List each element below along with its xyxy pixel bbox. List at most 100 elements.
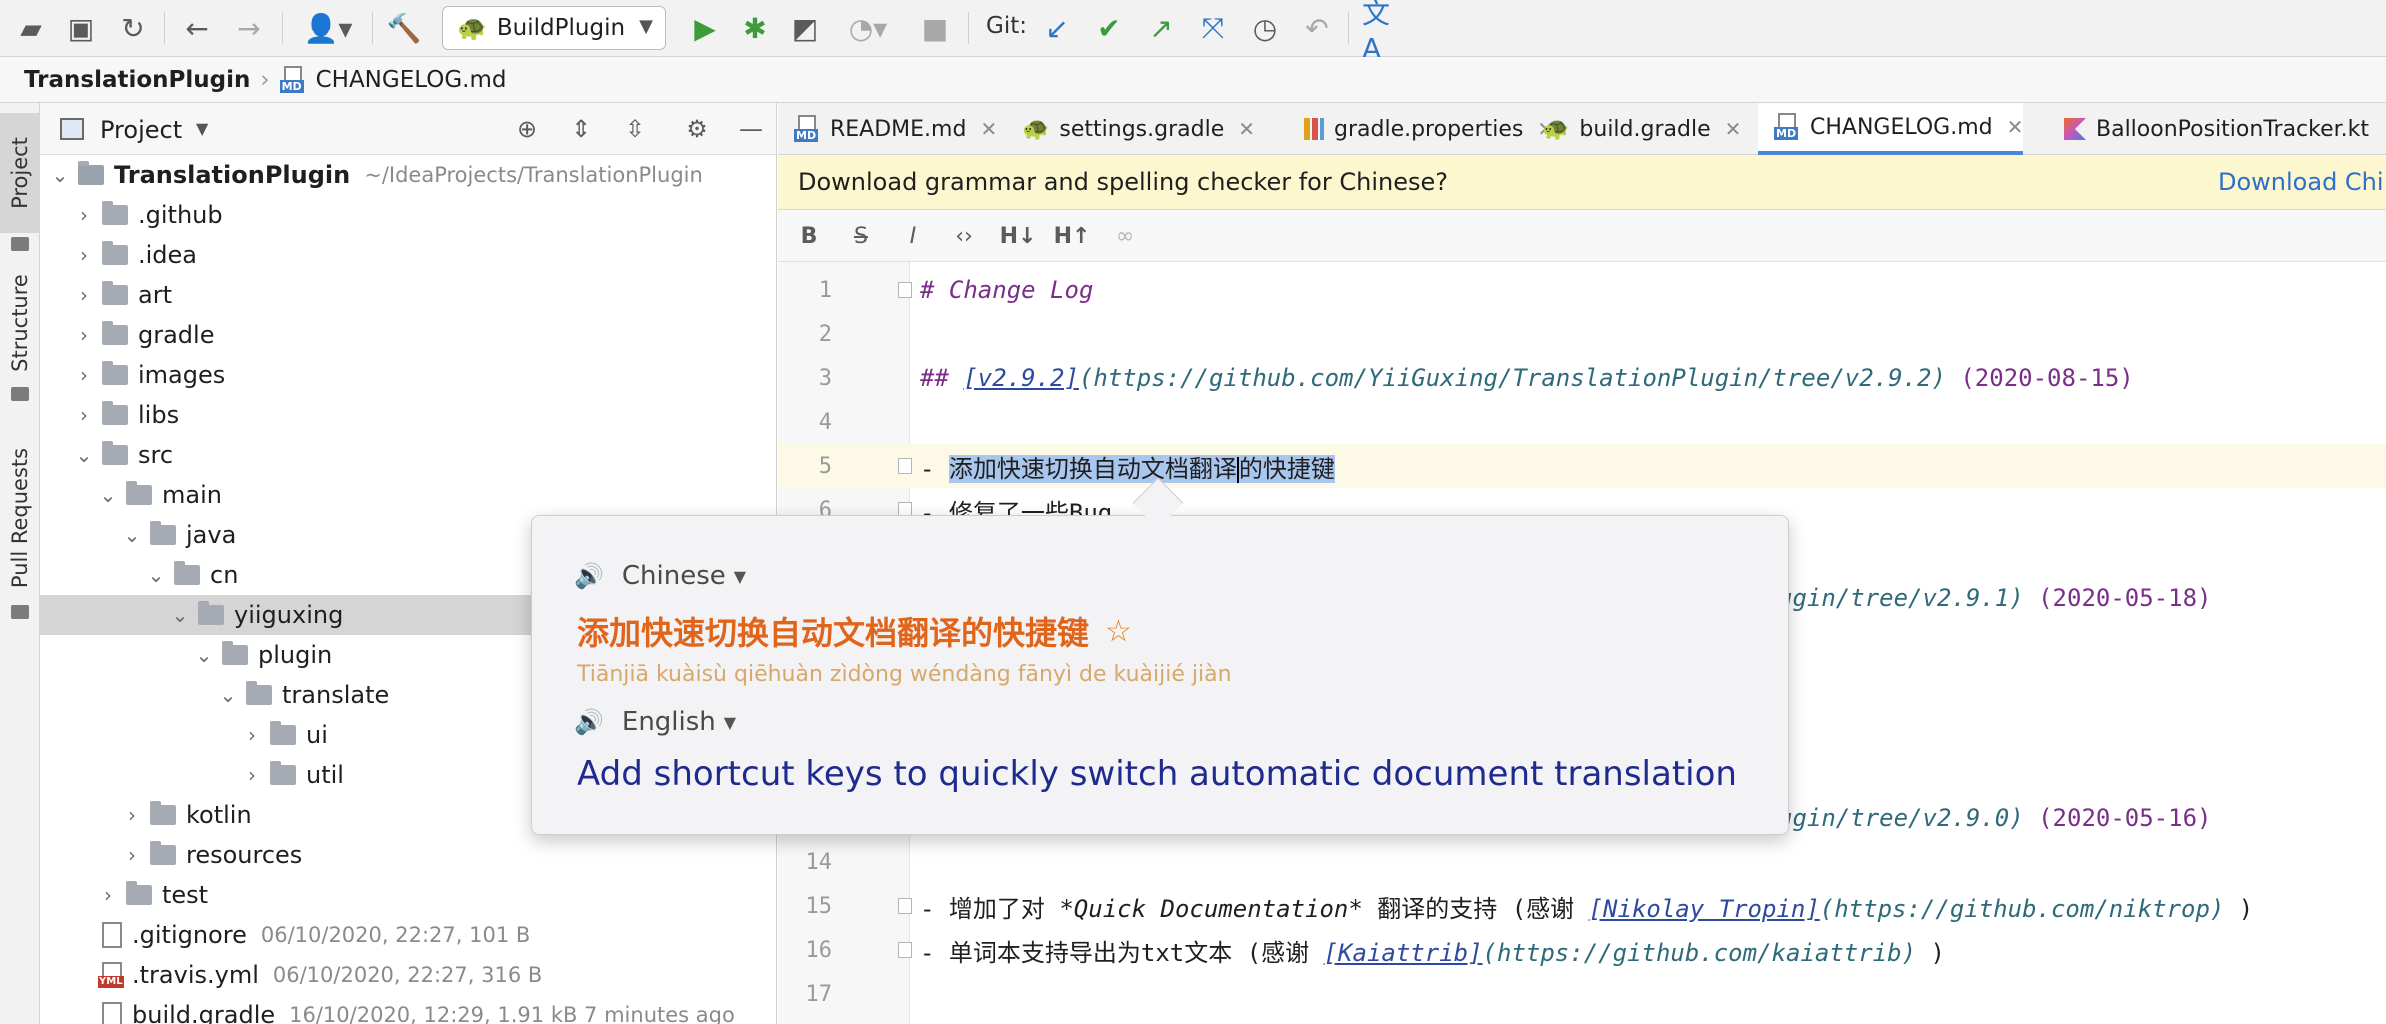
chevron-right-icon[interactable]: › bbox=[240, 723, 264, 747]
bold-icon[interactable]: B bbox=[792, 220, 826, 252]
expand-all-icon[interactable]: ⇕ bbox=[564, 113, 598, 145]
chevron-right-icon[interactable]: › bbox=[72, 403, 96, 427]
editor-tab-label: BalloonPositionTracker.kt bbox=[2096, 116, 2370, 142]
tree-item[interactable]: build.gradle 16/10/2020, 12:29, 1.91 kB 7… bbox=[40, 995, 776, 1024]
italic-icon[interactable]: I bbox=[896, 220, 930, 252]
tree-item[interactable]: › test bbox=[40, 875, 776, 915]
collapse-all-icon[interactable]: ⇳ bbox=[618, 113, 652, 145]
tool-tab-pull-requests[interactable]: Pull Requests bbox=[0, 433, 40, 603]
vcs-user-icon[interactable]: 👤▾ bbox=[298, 8, 358, 48]
locate-file-icon[interactable]: ⊕ bbox=[510, 113, 544, 145]
tree-item[interactable]: .gitignore 06/10/2020, 22:27, 101 B bbox=[40, 915, 776, 955]
coverage-icon[interactable]: ◩ bbox=[788, 8, 822, 48]
heading-increase-icon[interactable]: H↑ bbox=[1052, 220, 1092, 252]
tool-tab-structure[interactable]: Structure bbox=[0, 263, 40, 383]
hide-panel-icon[interactable]: — bbox=[734, 113, 768, 145]
tree-item[interactable]: ⌄ src bbox=[40, 435, 776, 475]
chevron-down-icon: ▼ bbox=[723, 712, 737, 732]
debug-icon[interactable]: ✱ bbox=[738, 8, 772, 48]
forward-icon[interactable]: → bbox=[232, 8, 266, 48]
chevron-right-icon[interactable]: › bbox=[120, 843, 144, 867]
tree-item[interactable]: ⌄ main bbox=[40, 475, 776, 515]
tree-item[interactable]: › images bbox=[40, 355, 776, 395]
source-language-label: Chinese bbox=[621, 561, 726, 591]
tree-item[interactable]: › libs bbox=[40, 395, 776, 435]
chevron-down-icon[interactable]: ⌄ bbox=[192, 643, 216, 667]
tree-item[interactable]: › art bbox=[40, 275, 776, 315]
git-merge-icon[interactable]: ⤧ bbox=[1196, 8, 1230, 48]
run-icon[interactable]: ▶ bbox=[688, 8, 722, 48]
chevron-right-icon[interactable]: › bbox=[72, 283, 96, 307]
git-rollback-icon[interactable]: ↶ bbox=[1300, 8, 1334, 48]
git-update-icon[interactable]: ↙ bbox=[1040, 8, 1074, 48]
profile-icon[interactable]: ◔▾ bbox=[838, 8, 898, 48]
editor-tab[interactable]: BalloonPositionTracker.kt bbox=[2048, 103, 2369, 155]
git-commit-icon[interactable]: ✔ bbox=[1092, 8, 1126, 48]
run-configuration-select[interactable]: 🐢 BuildPlugin ▼ bbox=[442, 6, 666, 50]
code-line: 3 ## [v2.9.2](https://github.com/YiiGuxi… bbox=[778, 356, 2386, 400]
editor-tab[interactable]: MD README.md ✕ bbox=[778, 103, 997, 155]
chevron-right-icon[interactable]: › bbox=[72, 243, 96, 267]
git-history-icon[interactable]: ◷ bbox=[1248, 8, 1282, 48]
line-text: - 增加了对 *Quick Documentation* 翻译的支持 (感谢 [… bbox=[920, 894, 2254, 923]
gear-icon[interactable]: ⚙ bbox=[680, 113, 714, 145]
save-icon[interactable]: ▣ bbox=[64, 8, 98, 48]
close-icon[interactable]: ✕ bbox=[1725, 117, 1742, 141]
breadcrumb-file[interactable]: CHANGELOG.md bbox=[316, 67, 507, 93]
chevron-down-icon[interactable]: ▼ bbox=[196, 119, 208, 138]
fold-marker-icon[interactable] bbox=[898, 282, 912, 298]
chevron-down-icon[interactable]: ⌄ bbox=[144, 563, 168, 587]
tree-item[interactable]: YML .travis.yml 06/10/2020, 22:27, 316 B bbox=[40, 955, 776, 995]
chevron-down-icon[interactable]: ⌄ bbox=[48, 163, 72, 187]
close-icon[interactable]: ✕ bbox=[2007, 115, 2024, 139]
folder-icon bbox=[102, 281, 128, 305]
chevron-right-icon[interactable]: › bbox=[96, 883, 120, 907]
fold-marker-icon[interactable] bbox=[898, 458, 912, 474]
project-panel-title[interactable]: Project bbox=[100, 116, 182, 144]
open-folder-icon[interactable]: ▰ bbox=[14, 8, 48, 48]
stop-icon[interactable]: ■ bbox=[918, 8, 952, 48]
folder-icon bbox=[102, 201, 128, 225]
editor-tab[interactable]: 🐢 build.gradle ✕ bbox=[1526, 103, 1741, 155]
tree-item[interactable]: › .github bbox=[40, 195, 776, 235]
chevron-right-icon[interactable]: › bbox=[72, 203, 96, 227]
fold-marker-icon[interactable] bbox=[898, 898, 912, 914]
code-icon[interactable]: ‹› bbox=[944, 220, 984, 252]
chevron-down-icon[interactable]: ⌄ bbox=[72, 443, 96, 467]
target-language-selector[interactable]: 🔊 English ▼ bbox=[574, 704, 736, 740]
source-language-selector[interactable]: 🔊 Chinese ▼ bbox=[574, 558, 746, 594]
translate-icon[interactable]: 文A bbox=[1362, 0, 1402, 65]
sync-icon[interactable]: ↻ bbox=[116, 8, 150, 48]
speaker-icon[interactable]: 🔊 bbox=[574, 562, 604, 590]
editor-tab[interactable]: gradle.properties ✕ bbox=[1288, 103, 1554, 155]
editor-tab[interactable]: 🐢 settings.gradle ✕ bbox=[1006, 103, 1255, 155]
link-icon[interactable]: ∞ bbox=[1108, 220, 1142, 252]
chevron-right-icon[interactable]: › bbox=[72, 323, 96, 347]
strikethrough-icon[interactable]: S bbox=[844, 220, 878, 252]
chevron-down-icon[interactable]: ⌄ bbox=[120, 523, 144, 547]
tree-item[interactable]: › .idea bbox=[40, 235, 776, 275]
heading-decrease-icon[interactable]: H↓ bbox=[998, 220, 1038, 252]
chevron-down-icon: ▼ bbox=[733, 566, 747, 586]
build-hammer-icon[interactable]: 🔨 bbox=[384, 8, 424, 48]
git-push-icon[interactable]: ↗ bbox=[1144, 8, 1178, 48]
chevron-right-icon[interactable]: › bbox=[120, 803, 144, 827]
close-icon[interactable]: ✕ bbox=[980, 117, 997, 141]
chevron-right-icon[interactable]: › bbox=[240, 763, 264, 787]
chevron-down-icon[interactable]: ⌄ bbox=[96, 483, 120, 507]
close-icon[interactable]: ✕ bbox=[1238, 117, 1255, 141]
tool-tab-project[interactable]: Project bbox=[0, 113, 40, 233]
tree-item[interactable]: ⌄ TranslationPlugin ~/IdeaProjects/Transla… bbox=[40, 155, 776, 195]
chevron-right-icon[interactable]: › bbox=[72, 363, 96, 387]
fold-marker-icon[interactable] bbox=[898, 942, 912, 958]
tree-item[interactable]: › resources bbox=[40, 835, 776, 875]
speaker-icon[interactable]: 🔊 bbox=[574, 708, 604, 736]
banner-download-link[interactable]: Download Chi bbox=[2218, 168, 2384, 196]
tree-item[interactable]: › gradle bbox=[40, 315, 776, 355]
back-icon[interactable]: ← bbox=[180, 8, 214, 48]
chevron-down-icon[interactable]: ⌄ bbox=[216, 683, 240, 707]
editor-tab[interactable]: MD CHANGELOG.md ✕ bbox=[1758, 103, 2024, 155]
chevron-down-icon[interactable]: ⌄ bbox=[168, 603, 192, 627]
breadcrumb-project[interactable]: TranslationPlugin bbox=[24, 67, 250, 93]
star-icon[interactable]: ☆ bbox=[1105, 614, 1132, 649]
